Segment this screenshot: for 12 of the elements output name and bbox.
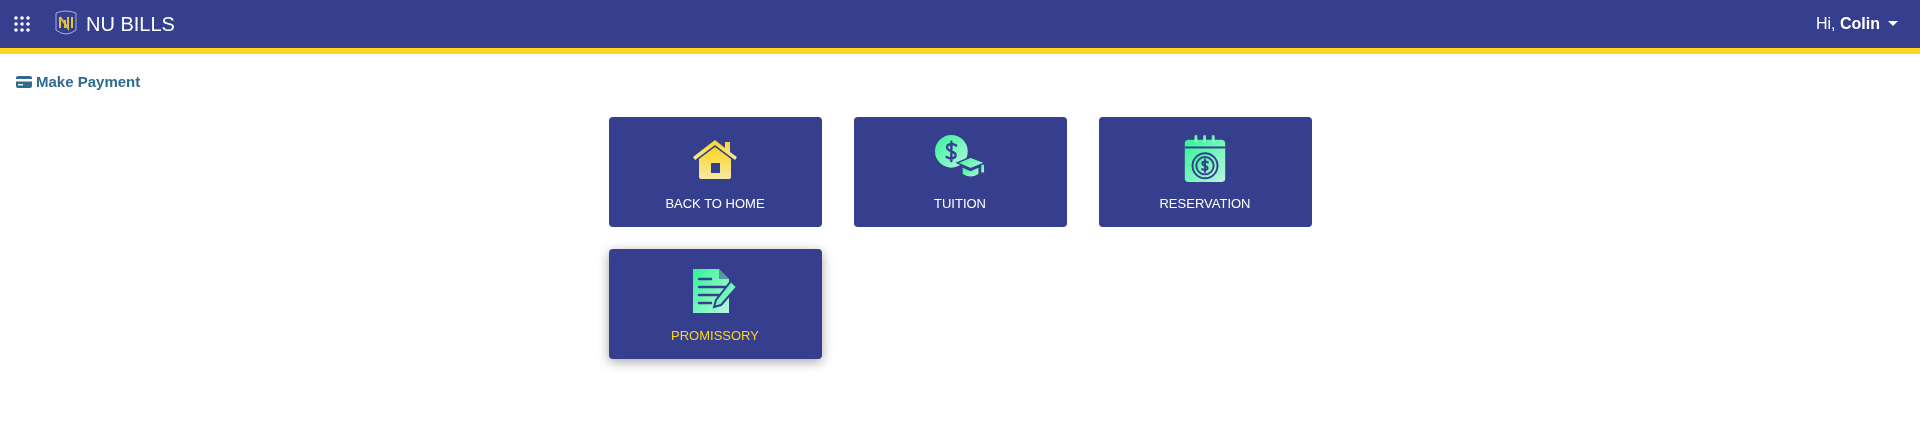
logo-icon <box>54 10 78 38</box>
app-title: NU BILLS <box>86 12 175 37</box>
payment-tile[interactable]: RESERVATION <box>1098 116 1312 227</box>
payment-tile[interactable]: TUITION <box>853 116 1067 227</box>
caret-icon[interactable] <box>1888 21 1898 27</box>
user-greeting[interactable]: Hi, Colin <box>1816 12 1880 36</box>
payment-tile[interactable]: BACK TO HOME <box>608 116 822 227</box>
calendar-money-icon <box>1182 134 1228 185</box>
page-title: Make Payment <box>36 72 141 92</box>
apps-menu-icon[interactable] <box>14 16 30 32</box>
payment-tile[interactable]: PROMISSORY <box>608 248 822 359</box>
credit-card-icon <box>16 76 32 89</box>
